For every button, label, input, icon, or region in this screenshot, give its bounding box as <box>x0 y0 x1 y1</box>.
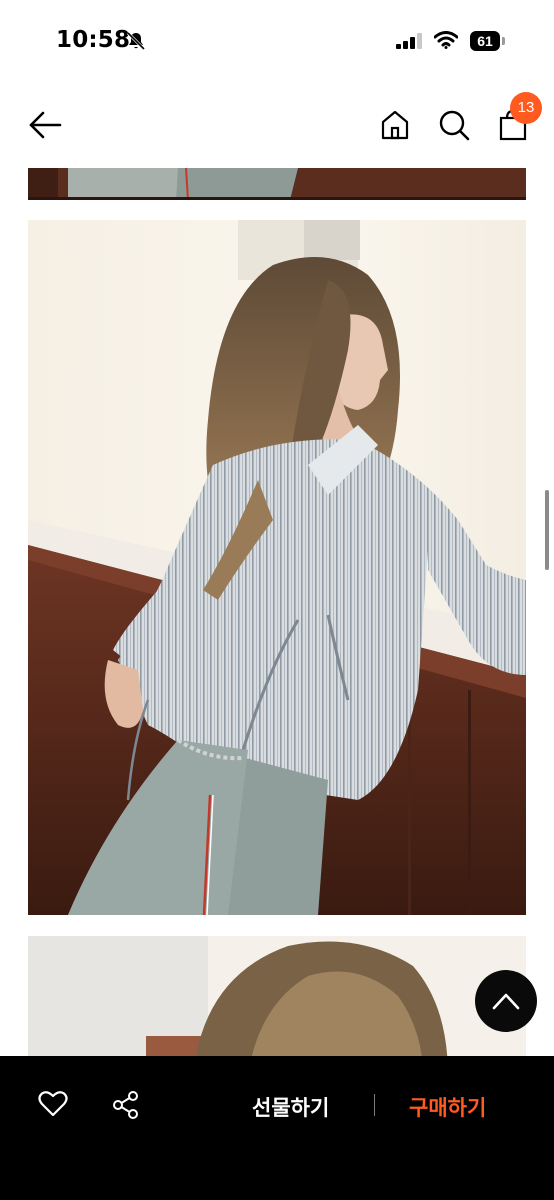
cart-count-badge: 13 <box>510 92 542 124</box>
app-header <box>0 84 554 168</box>
battery-icon: 61 <box>470 31 506 51</box>
battery-level: 61 <box>470 31 500 51</box>
gift-button[interactable]: 선물하기 <box>252 1092 329 1122</box>
bell-slash-icon <box>125 30 147 56</box>
product-image <box>28 220 526 915</box>
divider <box>374 1094 375 1116</box>
signal-icon <box>396 33 424 53</box>
product-image <box>28 168 526 200</box>
home-icon[interactable] <box>378 108 412 146</box>
wifi-icon <box>433 31 459 53</box>
share-icon[interactable] <box>111 1090 141 1124</box>
scroll-to-top-icon <box>492 993 520 1010</box>
status-bar: 10:58 61 <box>0 0 554 84</box>
scrollbar[interactable] <box>545 490 549 570</box>
bottom-action-bar: 선물하기 구매하기 <box>0 1056 554 1200</box>
buy-button[interactable]: 구매하기 <box>409 1092 486 1122</box>
scroll-to-top-button[interactable] <box>475 970 537 1032</box>
back-arrow-icon[interactable] <box>28 110 62 144</box>
product-image <box>28 936 526 1056</box>
product-detail-images <box>0 168 554 1056</box>
search-icon[interactable] <box>437 108 471 146</box>
heart-icon[interactable] <box>38 1090 68 1122</box>
status-time: 10:58 <box>56 27 131 53</box>
